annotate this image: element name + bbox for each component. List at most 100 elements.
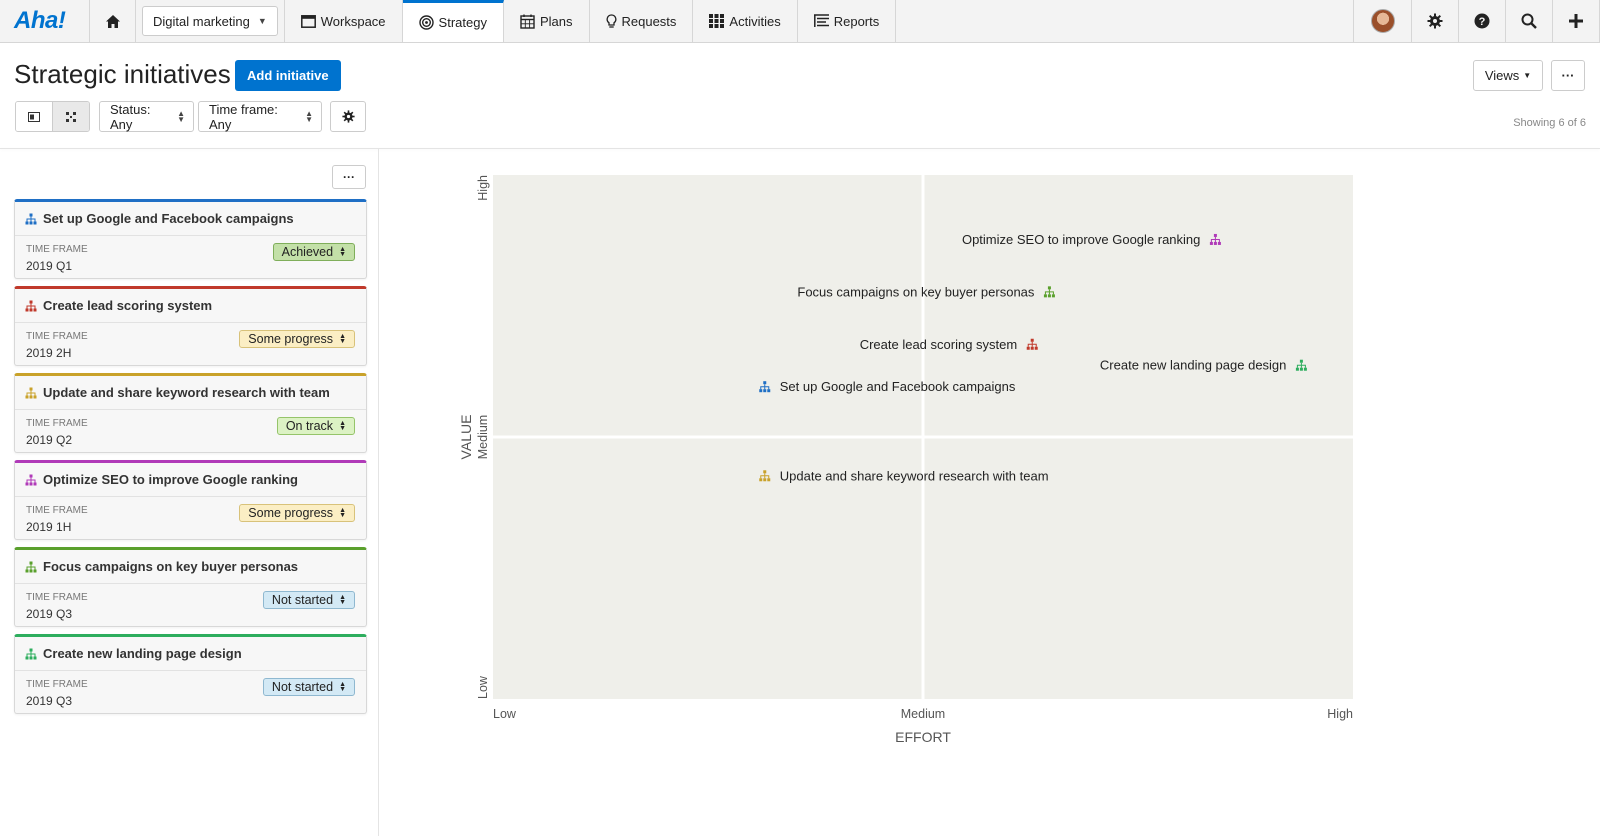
status-select[interactable]: Not started ▲ ▼ [262, 678, 355, 696]
timeframe-label: TIME FRAME [26, 244, 88, 255]
card-list-icon [28, 111, 40, 122]
initiative-point-label[interactable]: Create lead scoring system [860, 337, 1018, 352]
search-button[interactable] [1506, 0, 1553, 42]
sort-arrows-icon: ▲ ▼ [339, 420, 346, 432]
header-divider [0, 148, 1600, 149]
home-button[interactable] [90, 0, 136, 42]
add-initiative-button[interactable]: Add initiative [235, 60, 341, 91]
initiative-name: Focus campaigns on key buyer personas [43, 559, 299, 574]
initiative-card[interactable]: Set up Google and Facebook campaigns TIM… [14, 199, 367, 279]
initiative-name: Set up Google and Facebook campaigns [43, 211, 294, 226]
status-label: On track [285, 419, 334, 433]
svg-text:?: ? [1479, 16, 1486, 28]
status-select[interactable]: Not started ▲ ▼ [262, 591, 355, 609]
initiative-card[interactable]: Focus campaigns on key buyer personas TI… [14, 547, 367, 627]
initiative-card-header[interactable]: Focus campaigns on key buyer personas [15, 550, 366, 584]
workspace-name: Digital marketing [153, 13, 250, 29]
timeframe-label: TIME FRAME [26, 505, 88, 516]
initiative-icon [25, 648, 37, 660]
initiative-card[interactable]: Update and share keyword research with t… [14, 373, 367, 453]
top-nav: Aha! Digital marketing ▼ Workspace Strat… [0, 0, 1600, 43]
y-tick-label: Low [476, 675, 490, 699]
timeframe-value: 2019 Q2 [26, 433, 73, 447]
caret-down-icon: ▼ [1523, 71, 1532, 80]
more-options-button[interactable]: ··· [1551, 60, 1585, 91]
timeframe-filter-label: Time frame: Any [209, 101, 278, 132]
timeframe-value: 2019 Q3 [26, 694, 73, 708]
workspace-select[interactable]: Digital marketing ▼ [142, 6, 278, 36]
panel-divider [378, 149, 379, 836]
list-view-toggle[interactable] [16, 102, 52, 131]
grid-icon [709, 14, 725, 28]
initiative-card-header[interactable]: Create lead scoring system [15, 289, 366, 323]
status-label: Not started [271, 593, 334, 607]
views-label: Views [1484, 68, 1520, 83]
timeframe-filter[interactable]: Time frame: Any ▲ ▼ [198, 101, 322, 132]
initiative-point-label[interactable]: Update and share keyword research with t… [780, 468, 1049, 483]
lightbulb-icon [606, 13, 617, 29]
tab-reports[interactable]: Reports [798, 0, 897, 42]
initiative-icon [25, 561, 37, 573]
tab-plans-label: Plans [539, 13, 573, 29]
initiative-card[interactable]: Optimize SEO to improve Google ranking T… [14, 460, 367, 540]
calendar-icon [520, 14, 535, 29]
timeframe-label: TIME FRAME [26, 592, 88, 603]
views-button[interactable]: Views ▼ [1473, 60, 1543, 91]
showing-count: Showing 6 of 6 [1513, 117, 1586, 129]
tab-strategy[interactable]: Strategy [402, 0, 504, 42]
status-filter[interactable]: Status: Any ▲ ▼ [99, 101, 194, 132]
initiative-point-label[interactable]: Focus campaigns on key buyer personas [797, 284, 1035, 299]
tab-requests-label: Requests [621, 13, 677, 29]
gear-icon [1427, 13, 1443, 29]
tab-plans[interactable]: Plans [504, 0, 590, 42]
view-toggle [15, 101, 90, 132]
user-menu[interactable] [1354, 0, 1412, 42]
timeframe-value: 2019 2H [26, 346, 72, 360]
sort-arrows-icon: ▲ ▼ [177, 108, 185, 124]
create-button[interactable] [1553, 0, 1600, 42]
help-button[interactable]: ? [1459, 0, 1506, 42]
status-label: Some progress [248, 332, 334, 346]
x-tick-label: High [1327, 707, 1353, 721]
status-label: Not started [271, 680, 334, 694]
value-effort-chart: Low Medium High Low Medium High EFFORT VALUE Opt… [458, 175, 1353, 745]
timeframe-label: TIME FRAME [26, 679, 88, 690]
status-select[interactable]: On track ▲ ▼ [276, 417, 355, 435]
initiative-name: Optimize SEO to improve Google ranking [43, 472, 298, 487]
initiative-card-header[interactable]: Create new landing page design [15, 637, 366, 671]
sort-arrows-icon: ▲ ▼ [339, 681, 346, 693]
sort-arrows-icon: ▲ ▼ [339, 246, 346, 258]
status-filter-label: Status: Any [110, 101, 151, 132]
initiative-point-label[interactable]: Set up Google and Facebook campaigns [780, 379, 1016, 394]
sort-arrows-icon: ▲ ▼ [339, 507, 346, 519]
aha-logo[interactable]: Aha! [0, 0, 90, 42]
x-tick-label: Medium [901, 707, 945, 721]
initiative-card-header[interactable]: Set up Google and Facebook campaigns [15, 202, 366, 236]
page-title: Strategic initiatives [14, 59, 231, 89]
timeframe-value: 2019 1H [26, 520, 72, 534]
initiative-icon [25, 387, 37, 399]
timeframe-value: 2019 Q1 [26, 259, 73, 273]
initiative-card-header[interactable]: Update and share keyword research with t… [15, 376, 366, 410]
tab-requests[interactable]: Requests [590, 0, 694, 42]
panel-more-button[interactable]: ··· [332, 165, 366, 189]
status-select[interactable]: Achieved ▲ ▼ [272, 243, 355, 261]
display-settings-button[interactable] [330, 101, 366, 132]
tab-workspace[interactable]: Workspace [285, 0, 403, 42]
tab-activities[interactable]: Activities [693, 0, 798, 42]
initiative-point-label[interactable]: Create new landing page design [1100, 358, 1286, 373]
x-tick-label: Low [493, 707, 517, 721]
settings-button[interactable] [1412, 0, 1459, 42]
chart-view-toggle[interactable] [52, 102, 89, 131]
chevron-down-icon: ▼ [257, 16, 267, 26]
initiative-card[interactable]: Create new landing page design TIME FRAM… [14, 634, 367, 714]
initiative-point-label[interactable]: Optimize SEO to improve Google ranking [962, 232, 1200, 247]
initiative-card[interactable]: Create lead scoring system TIME FRAME 20… [14, 286, 367, 366]
tab-strategy-label: Strategy [438, 15, 487, 30]
initiative-list: Set up Google and Facebook campaigns TIM… [14, 199, 367, 721]
timeframe-label: TIME FRAME [26, 418, 88, 429]
initiative-card-header[interactable]: Optimize SEO to improve Google ranking [15, 463, 366, 497]
tab-reports-label: Reports [833, 13, 880, 29]
status-select[interactable]: Some progress ▲ ▼ [239, 504, 355, 522]
status-select[interactable]: Some progress ▲ ▼ [239, 330, 355, 348]
